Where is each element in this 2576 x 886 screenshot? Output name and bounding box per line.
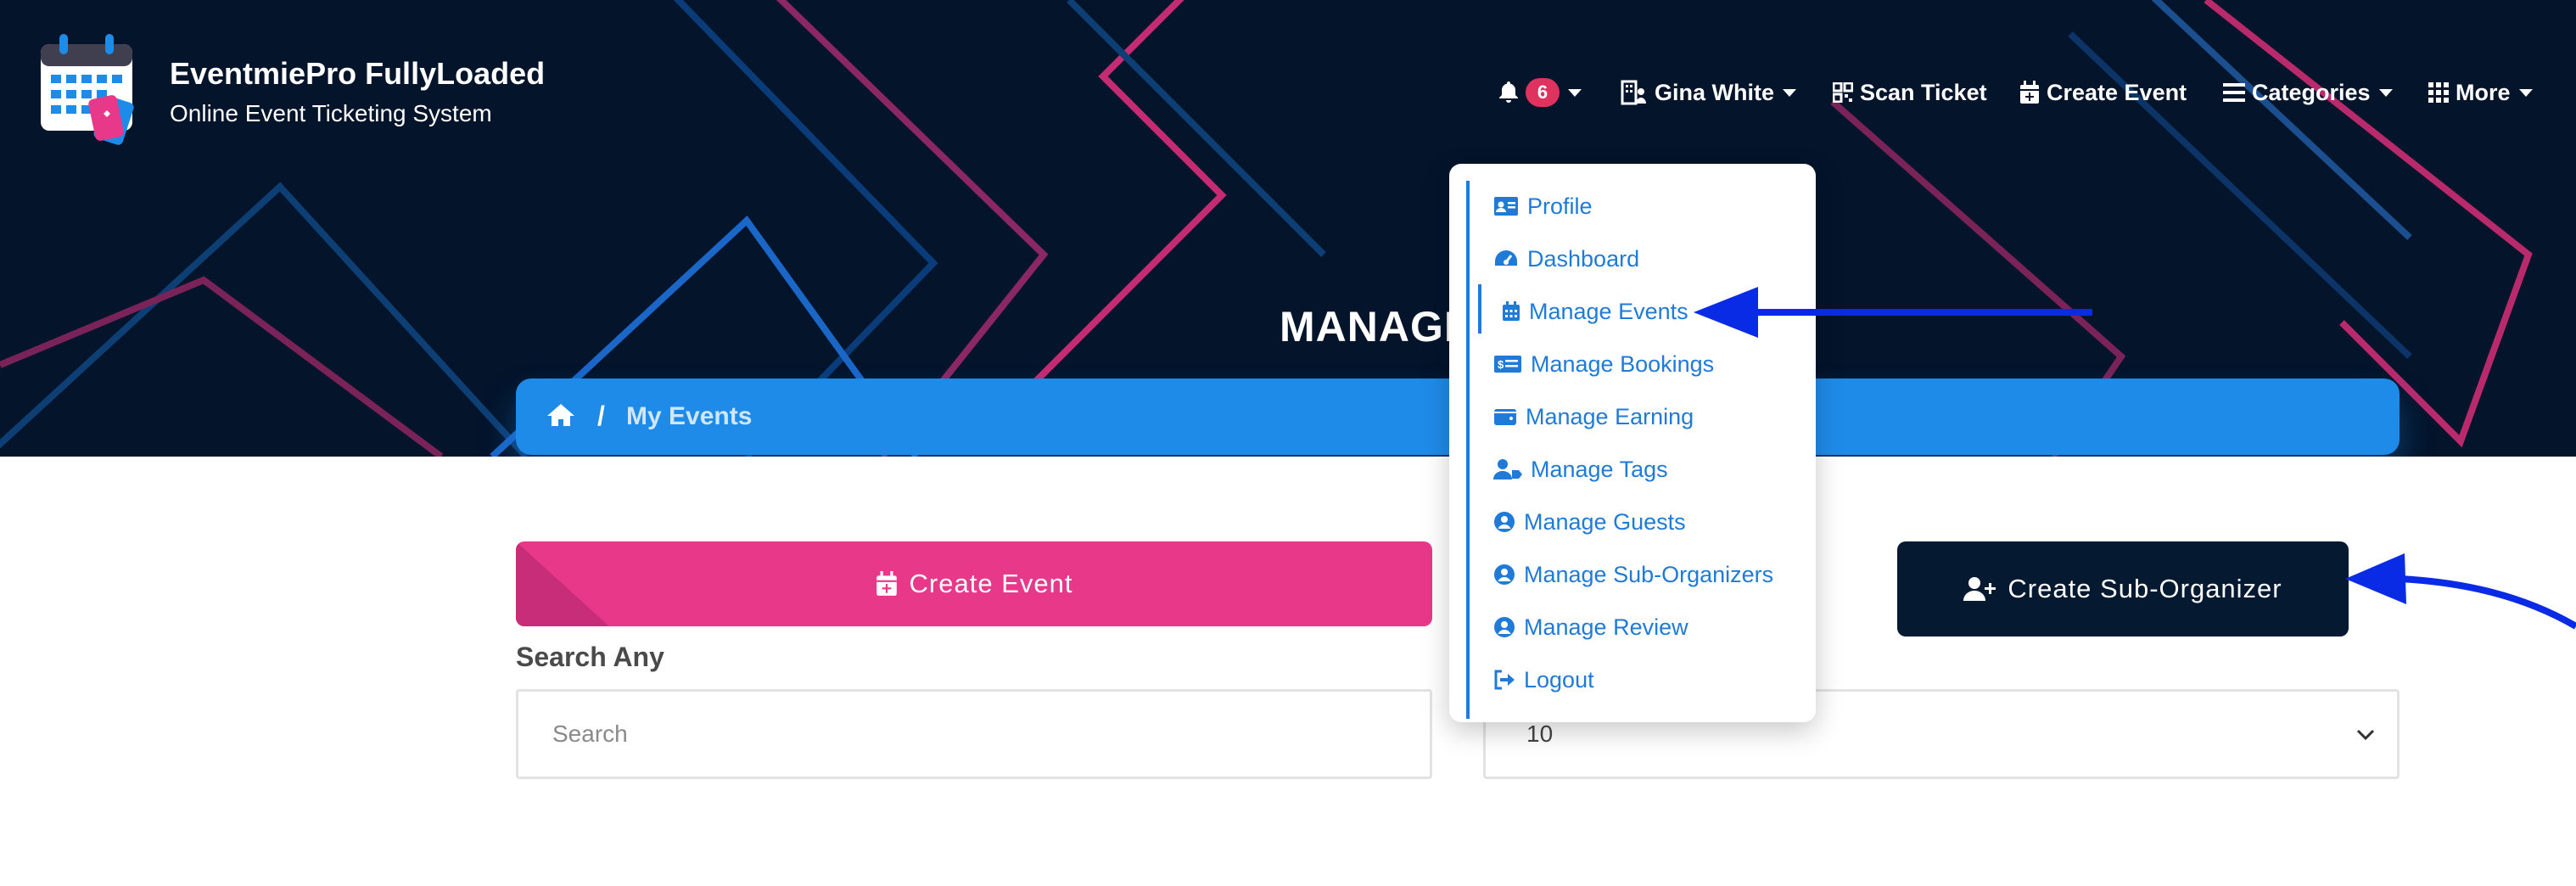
menu-item-manage-events[interactable]: Manage Events [1502, 294, 1688, 328]
menu-item-profile[interactable]: Profile [1493, 189, 1593, 223]
qrcode-icon [1833, 82, 1853, 103]
wallet-icon [1494, 409, 1516, 425]
menu-item-label: Manage Bookings [1531, 350, 1715, 377]
menu-item-manage-guests[interactable]: Manage Guests [1493, 505, 1686, 539]
user-tag-icon [1493, 459, 1522, 479]
breadcrumb-current: My Events [626, 402, 753, 430]
brand-title[interactable]: EventmiePro FullyLoaded [170, 56, 545, 92]
grid-icon [2428, 82, 2449, 103]
user-circle-icon [1494, 512, 1515, 532]
active-indicator [1478, 284, 1481, 334]
menu-item-manage-sub-organizers[interactable]: Manage Sub-Organizers [1493, 558, 1773, 592]
user-name: Gina White [1655, 79, 1774, 105]
brand-subtitle: Online Event Ticketing System [170, 100, 492, 126]
menu-item-label: Manage Sub-Organizers [1524, 561, 1774, 587]
menu-item-logout[interactable]: Logout [1493, 663, 1594, 697]
user-circle-icon [1494, 564, 1515, 585]
menu-item-dashboard[interactable]: Dashboard [1493, 242, 1639, 276]
chevron-down-icon [2378, 88, 2393, 97]
create-event-link[interactable]: Create Event [2019, 73, 2187, 112]
search-label: Search Any [516, 642, 664, 672]
money-bill-icon: $ [1494, 356, 1521, 373]
more-dropdown[interactable]: More [2428, 73, 2533, 112]
menu-item-label: Profile [1527, 193, 1593, 219]
bell-icon [1499, 81, 1518, 103]
hero-header: EventmiePro FullyLoaded Online Event Tic… [0, 0, 2576, 457]
menu-item-manage-bookings[interactable]: $ Manage Bookings [1493, 347, 1714, 381]
menu-rail [1466, 181, 1470, 719]
scan-ticket-link[interactable]: Scan Ticket [1833, 73, 1987, 112]
per-page-value: 10 [1526, 721, 1554, 747]
chevron-down-icon [1783, 88, 1796, 97]
menu-item-manage-tags[interactable]: Manage Tags [1493, 452, 1668, 486]
menu-item-label: Manage Guests [1524, 508, 1686, 535]
create-sub-organizer-button[interactable]: Create Sub-Organizer [1897, 541, 2349, 636]
menu-item-label: Logout [1524, 666, 1594, 693]
notifications-dropdown[interactable]: 6 [1498, 73, 1582, 112]
chevron-down-icon [2518, 88, 2533, 97]
calendar-icon [1503, 301, 1520, 321]
create-event-button[interactable]: Create Event [516, 541, 1432, 626]
chevron-down-icon [2356, 729, 2375, 741]
user-dropdown-menu: Profile Dashboard Manage Events $ Manage… [1449, 164, 1816, 722]
create-event-label: Create Event [2047, 79, 2187, 105]
bars-icon [2223, 83, 2245, 102]
chevron-down-icon [1568, 88, 1582, 97]
svg-text:$: $ [1498, 358, 1504, 371]
sign-out-icon [1494, 670, 1515, 690]
categories-dropdown[interactable]: Categories [2223, 73, 2393, 112]
breadcrumb-separator: / [597, 401, 605, 431]
calendar-logo-icon [41, 34, 134, 145]
annotation-arrow-sub-organizer [2345, 553, 2576, 630]
user-circle-icon [1494, 617, 1515, 637]
home-icon[interactable] [546, 402, 575, 428]
more-label: More [2456, 79, 2511, 105]
user-menu-toggle[interactable]: Gina White [1621, 73, 1796, 112]
categories-label: Categories [2252, 79, 2371, 105]
menu-item-label: Manage Earning [1526, 403, 1694, 429]
calendar-plus-icon [876, 571, 897, 596]
scan-ticket-label: Scan Ticket [1860, 79, 1987, 105]
menu-item-label: Dashboard [1527, 245, 1640, 272]
menu-item-manage-review[interactable]: Manage Review [1493, 610, 1688, 644]
menu-item-label: Manage Review [1524, 614, 1688, 640]
menu-item-label: Manage Events [1529, 298, 1688, 324]
building-user-icon [1621, 80, 1646, 105]
search-input[interactable] [516, 689, 1432, 779]
create-event-button-label: Create Event [909, 569, 1073, 598]
menu-item-manage-earning[interactable]: Manage Earning [1493, 400, 1694, 434]
menu-item-label: Manage Tags [1531, 456, 1668, 482]
create-sub-organizer-label: Create Sub-Organizer [2008, 574, 2282, 603]
notification-count-badge: 6 [1526, 78, 1560, 107]
button-corner-accent [516, 541, 609, 626]
calendar-plus-icon [2020, 81, 2039, 104]
user-plus-icon [1963, 577, 1996, 601]
gauge-icon [1495, 250, 1517, 266]
id-card-icon [1494, 197, 1518, 216]
